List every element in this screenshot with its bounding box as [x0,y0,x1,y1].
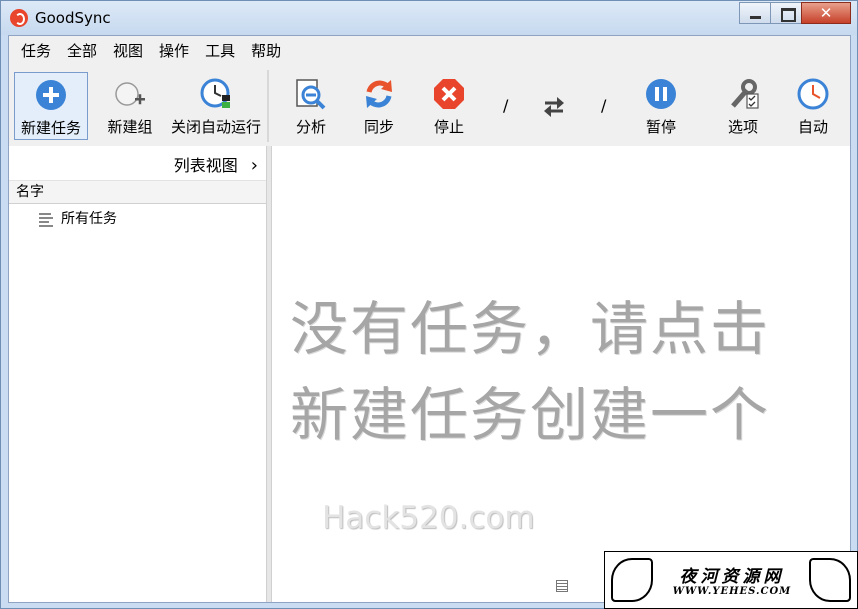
sync-label: 同步 [363,118,394,136]
minimize-button[interactable] [739,2,771,24]
new-group-label: 新建组 [107,118,153,136]
badge-title: 夜河资源网 [679,567,785,587]
stop-button[interactable]: 停止 [419,72,479,140]
pause-label: 暂停 [645,118,676,136]
auto-clock-icon [797,78,829,110]
menu-view[interactable]: 视图 [105,37,151,65]
toolbar-separator: / [503,96,509,115]
maximize-button[interactable] [770,2,802,24]
menu-task[interactable]: 任务 [13,37,59,65]
options-tools-icon [731,79,759,109]
list-view-toggle[interactable]: 列表视图 › [174,152,258,176]
goodsync-app-icon [10,9,28,27]
menu-tools[interactable]: 工具 [197,37,243,65]
auto-label: 自动 [797,118,828,136]
menu-help[interactable]: 帮助 [243,37,289,65]
analyze-button[interactable]: 分析 [281,72,341,140]
toolbar-divider [267,70,269,142]
disable-autorun-label: 关闭自动运行 [170,118,261,136]
auto-clock-icon [200,78,230,108]
auto-button[interactable]: 自动 [783,72,843,140]
tree-item-all-jobs[interactable]: 所有任务 [39,208,117,230]
title-bar[interactable]: GoodSync ✕ [1,1,857,35]
swap-direction-icon[interactable] [542,96,566,118]
menu-all[interactable]: 全部 [59,37,105,65]
new-group-icon [115,82,145,106]
log-icon[interactable] [556,580,568,592]
new-task-button[interactable]: 新建任务 [14,72,88,140]
sync-button[interactable]: 同步 [349,72,409,140]
stop-label: 停止 [433,118,464,136]
close-button[interactable]: ✕ [801,2,851,24]
sync-icon [366,80,392,108]
badge-url: WWW.YEHES.COM [672,586,792,597]
app-window: GoodSync ✕ 任务 全部 视图 操作 工具 帮助 新建任务 新建组 关闭… [0,0,858,609]
close-icon: ✕ [819,4,833,22]
tree-item-label: 所有任务 [61,211,117,227]
job-tree-panel: 列表视图 › 名字 所有任务 [9,146,266,602]
options-label: 选项 [727,118,758,136]
options-button[interactable]: 选项 [713,72,773,140]
client-area: 任务 全部 视图 操作 工具 帮助 新建任务 新建组 关闭自动运行 分析 同步 … [8,35,851,603]
new-group-button[interactable]: 新建组 [93,72,167,140]
ornament-left-icon [611,558,653,602]
empty-message-line-2: 新建任务创建一个 [290,381,771,449]
list-view-label: 列表视图 [173,156,238,175]
plus-circle-icon [36,80,66,110]
analyze-label: 分析 [295,118,326,136]
watermark-text: Hack520.com [322,500,535,536]
job-detail-panel: 没有任务，请点击 新建任务创建一个 Hack520.com [272,146,850,602]
site-logo-badge: 夜河资源网 WWW.YEHES.COM [604,551,858,609]
empty-state-message: 没有任务，请点击 新建任务创建一个 [290,286,850,458]
column-header-name[interactable]: 名字 [9,180,266,204]
menu-action[interactable]: 操作 [151,37,197,65]
stop-icon [434,79,464,109]
menu-bar: 任务 全部 视图 操作 工具 帮助 [9,36,850,66]
window-title: GoodSync [35,9,111,27]
window-controls: ✕ [739,2,851,24]
pause-button[interactable]: 暂停 [631,72,691,140]
analyze-icon [296,79,326,110]
new-task-label: 新建任务 [20,119,81,137]
empty-message-line-1: 没有任务，请点击 [290,295,771,363]
chevron-right-icon: › [250,155,258,176]
disable-autorun-button[interactable]: 关闭自动运行 [165,72,267,140]
toolbar-separator: / [601,96,607,115]
toolbar: 新建任务 新建组 关闭自动运行 分析 同步 停止 / / 暂停 选项 自动 [9,66,850,146]
ornament-right-icon [809,558,851,602]
list-icon [39,212,53,227]
pause-icon [646,79,676,109]
